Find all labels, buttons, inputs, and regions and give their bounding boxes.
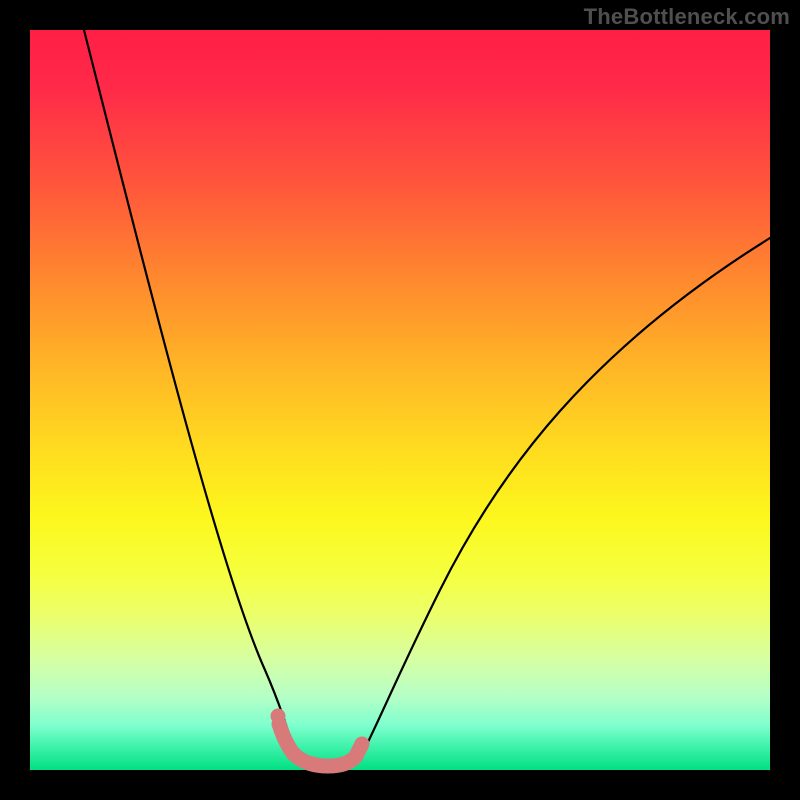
curve-left-branch	[84, 30, 296, 758]
watermark-text: TheBottleneck.com	[584, 4, 790, 30]
curve-left-marker-dot	[271, 709, 286, 724]
bottleneck-chart-svg	[30, 30, 770, 770]
curve-valley-floor	[279, 724, 362, 766]
outer-frame: TheBottleneck.com	[0, 0, 800, 800]
curve-right-branch	[360, 238, 770, 758]
